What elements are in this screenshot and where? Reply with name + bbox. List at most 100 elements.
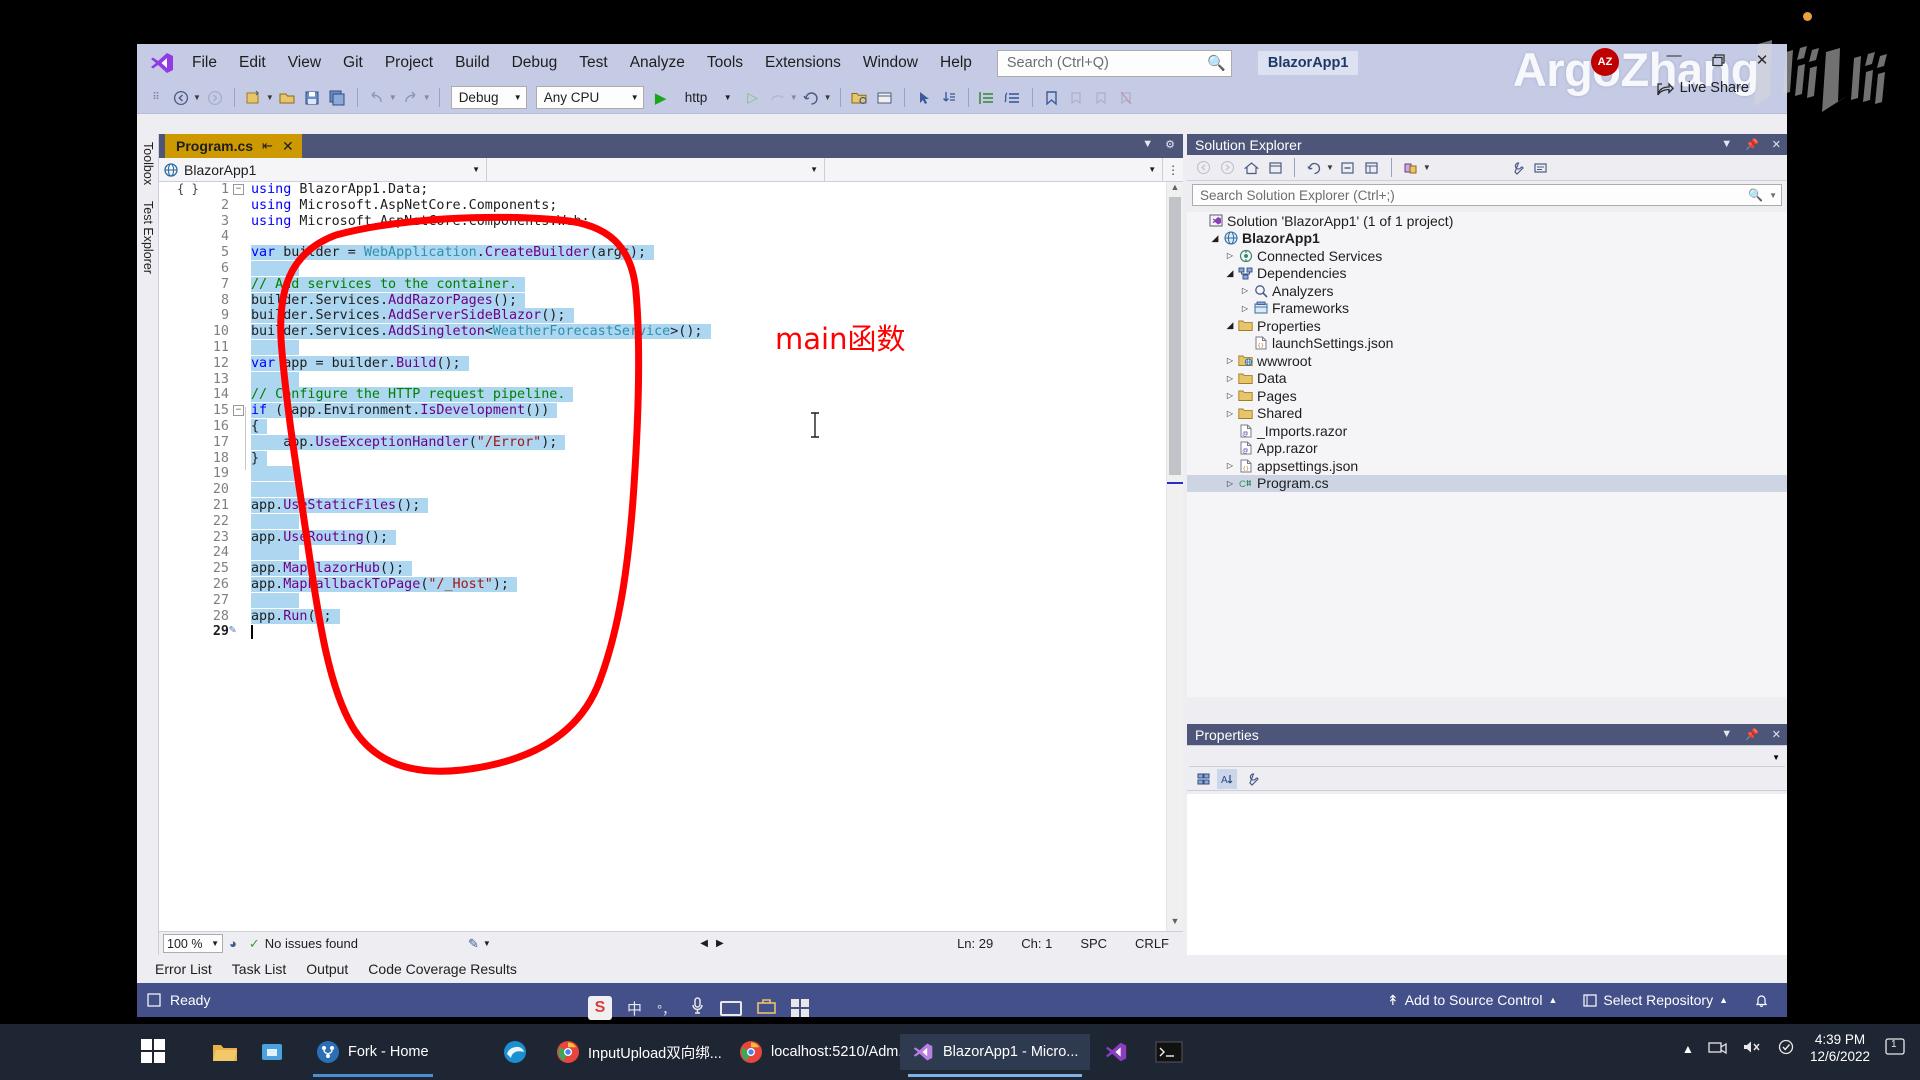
search-icon[interactable]: 🔍 xyxy=(1207,54,1226,72)
taskbar-item-visual-studio-2[interactable] xyxy=(1092,1034,1140,1070)
start-debugging-icon[interactable]: ▶ xyxy=(650,87,672,109)
code-editor[interactable]: 1− using BlazorApp1.Data; 2 using Microsoft… xyxy=(159,182,1183,931)
ime-language-bar[interactable]: S 中 °， xyxy=(580,992,817,1024)
chevron-down-icon[interactable]: ▼ xyxy=(1721,728,1732,741)
volume-icon[interactable] xyxy=(1742,1039,1762,1058)
search-icon[interactable]: 🔍 xyxy=(1748,188,1763,202)
solution-explorer-item-properties[interactable]: ◢ Properties xyxy=(1187,317,1787,335)
solution-folder-icon[interactable] xyxy=(849,87,871,109)
collapsed-chevron-icon[interactable]: ▷ xyxy=(1223,479,1237,488)
collapsed-chevron-icon[interactable]: ▷ xyxy=(1223,391,1237,400)
collapsed-chevron-icon[interactable]: ▷ xyxy=(1223,251,1237,260)
code-line[interactable]: 14 // Configure the HTTP request pipeline… xyxy=(159,387,1183,403)
tab-code-coverage-results[interactable]: Code Coverage Results xyxy=(358,961,527,977)
scrollbar-thumb[interactable] xyxy=(1169,197,1181,475)
ime-punctuation-toggle[interactable]: °， xyxy=(657,999,675,1018)
grid-icon[interactable] xyxy=(791,999,810,1017)
solution-explorer-item-wwwroot[interactable]: ▷ wwwroot xyxy=(1187,352,1787,370)
tab-strip-actions[interactable]: ▼ ⚙ xyxy=(1142,138,1175,151)
notification-center-icon[interactable]: 1 xyxy=(1884,1037,1906,1060)
window-layout-icon[interactable] xyxy=(874,87,896,109)
code-line[interactable]: 9 builder.Services.AddServerSideBlazor(); xyxy=(159,308,1183,324)
menu-item-test[interactable]: Test xyxy=(568,51,618,75)
status-right-group[interactable]: ↟ Add to Source Control ▲ Select Reposit… xyxy=(1387,992,1769,1009)
code-line[interactable]: 13 xyxy=(159,371,1183,388)
view-mode-icon[interactable] xyxy=(1401,158,1421,178)
solution-explorer-item-solution-blazorapp1-1-of-1-project[interactable]: Solution 'BlazorApp1' (1 of 1 project) xyxy=(1187,212,1787,230)
code-line[interactable]: 2 using Microsoft.AspNetCore.Components; xyxy=(159,198,1183,214)
keyboard-icon[interactable] xyxy=(720,1000,743,1016)
code-line[interactable]: 7 // Add services to the container. xyxy=(159,276,1183,293)
solution-explorer-item-frameworks[interactable]: ▷ Frameworks xyxy=(1187,300,1787,318)
start-button[interactable] xyxy=(140,1038,168,1066)
pin-icon[interactable]: 📌 xyxy=(1745,728,1759,741)
bookmark-icon[interactable] xyxy=(1041,87,1063,109)
test-explorer-tab[interactable]: Test Explorer xyxy=(137,193,159,282)
code-line[interactable]: 11 xyxy=(159,339,1183,356)
editor-scrollbar[interactable]: ▲ ▼ xyxy=(1166,182,1183,931)
close-button[interactable]: ✕ xyxy=(1751,50,1773,70)
ime-language-toggle[interactable]: 中 xyxy=(627,998,642,1019)
code-line[interactable]: 24 xyxy=(159,545,1183,561)
drag-handle-icon[interactable]: ⠿ xyxy=(145,87,167,109)
restart-icon[interactable] xyxy=(801,87,823,109)
property-pages-icon[interactable] xyxy=(1241,769,1261,789)
properties-grid[interactable] xyxy=(1187,794,1787,955)
step-into-icon[interactable] xyxy=(938,87,960,109)
navigate-backward-caret-icon[interactable]: ▼ xyxy=(193,93,201,102)
taskbar-clock[interactable]: 4:39 PM 12/6/2022 xyxy=(1810,1032,1870,1066)
categorized-icon[interactable] xyxy=(1193,769,1213,789)
collapsed-chevron-icon[interactable]: ▷ xyxy=(1223,356,1237,365)
menu-item-build[interactable]: Build xyxy=(444,51,500,75)
select-repository-button[interactable]: Select Repository ▲ xyxy=(1583,992,1728,1008)
notifications-button[interactable] xyxy=(1754,993,1769,1008)
solution-explorer-header-actions[interactable]: ▼ 📌 ✕ xyxy=(1721,138,1781,151)
code-line[interactable]: 5 var builder = WebApplication.CreateBuil… xyxy=(159,245,1183,261)
annotation-pen-icon[interactable]: ✎ xyxy=(468,936,479,952)
solution-explorer-item-imports-razor[interactable]: @ _Imports.razor xyxy=(1187,422,1787,440)
toolbox-tab[interactable]: Toolbox xyxy=(137,134,159,193)
code-line[interactable]: 3 using Microsoft.AspNetCore.Components.W… xyxy=(159,214,1183,230)
nav-member-dropdown[interactable]: ▼ xyxy=(825,158,1164,181)
gear-icon[interactable]: ⚙ xyxy=(1165,138,1175,151)
tab-output[interactable]: Output xyxy=(296,961,358,977)
menu-item-tools[interactable]: Tools xyxy=(696,51,754,75)
expanded-chevron-icon[interactable]: ◢ xyxy=(1223,320,1237,331)
open-file-icon[interactable] xyxy=(277,87,299,109)
collapsed-chevron-icon[interactable]: ▷ xyxy=(1223,374,1237,383)
view-mode-caret-icon[interactable]: ▼ xyxy=(1423,163,1431,172)
solution-explorer-item-data[interactable]: ▷ Data xyxy=(1187,370,1787,388)
show-all-files-icon[interactable] xyxy=(1362,158,1382,178)
save-all-icon[interactable] xyxy=(327,87,349,109)
chevron-down-icon[interactable]: ▼ xyxy=(1721,138,1732,151)
bottom-tool-tabs[interactable]: Error List Task List Output Code Coverag… xyxy=(137,955,1787,983)
mic-icon[interactable] xyxy=(690,996,705,1020)
scroll-down-icon[interactable]: ▼ xyxy=(1167,916,1183,931)
code-line[interactable]: 28 app.Run(); xyxy=(159,608,1183,625)
expanded-chevron-icon[interactable]: ◢ xyxy=(1208,233,1222,244)
menu-item-analyze[interactable]: Analyze xyxy=(619,51,696,75)
windows-taskbar[interactable]: Fork - Home InputUpload双向绑... localhost:… xyxy=(0,1024,1920,1080)
menu-item-edit[interactable]: Edit xyxy=(228,51,277,75)
fold-toggle-icon[interactable]: − xyxy=(233,184,244,195)
code-line[interactable]: 18} xyxy=(159,450,1183,467)
alphabetical-icon[interactable]: A xyxy=(1217,768,1237,789)
solution-configuration-dropdown[interactable]: Debug ▼ xyxy=(450,86,527,109)
document-tab-program-cs[interactable]: Program.cs ⇤ ✕ xyxy=(165,134,302,158)
tab-error-list[interactable]: Error List xyxy=(145,961,222,977)
menu-bar[interactable]: File Edit View Git Project Build Debug T… xyxy=(181,44,983,82)
run-target-dropdown[interactable]: http ▼ xyxy=(678,86,736,109)
properties-header-actions[interactable]: ▼ 📌 ✕ xyxy=(1721,728,1781,741)
input-indicator-icon[interactable] xyxy=(1776,1039,1796,1058)
solution-explorer-item-app-razor[interactable]: @ App.razor xyxy=(1187,440,1787,458)
code-line[interactable]: 23 app.UseRouting(); xyxy=(159,529,1183,546)
menu-item-project[interactable]: Project xyxy=(374,51,444,75)
menu-item-git[interactable]: Git xyxy=(332,51,374,75)
menu-item-help[interactable]: Help xyxy=(929,51,983,75)
taskbar-item-store[interactable] xyxy=(248,1034,296,1070)
code-line[interactable]: 19 xyxy=(159,466,1183,482)
code-line[interactable]: 20 xyxy=(159,482,1183,498)
restore-button[interactable] xyxy=(1707,50,1729,70)
preview-selected-items-icon[interactable] xyxy=(1531,158,1551,178)
add-to-source-control-button[interactable]: ↟ Add to Source Control ▲ xyxy=(1387,992,1557,1009)
